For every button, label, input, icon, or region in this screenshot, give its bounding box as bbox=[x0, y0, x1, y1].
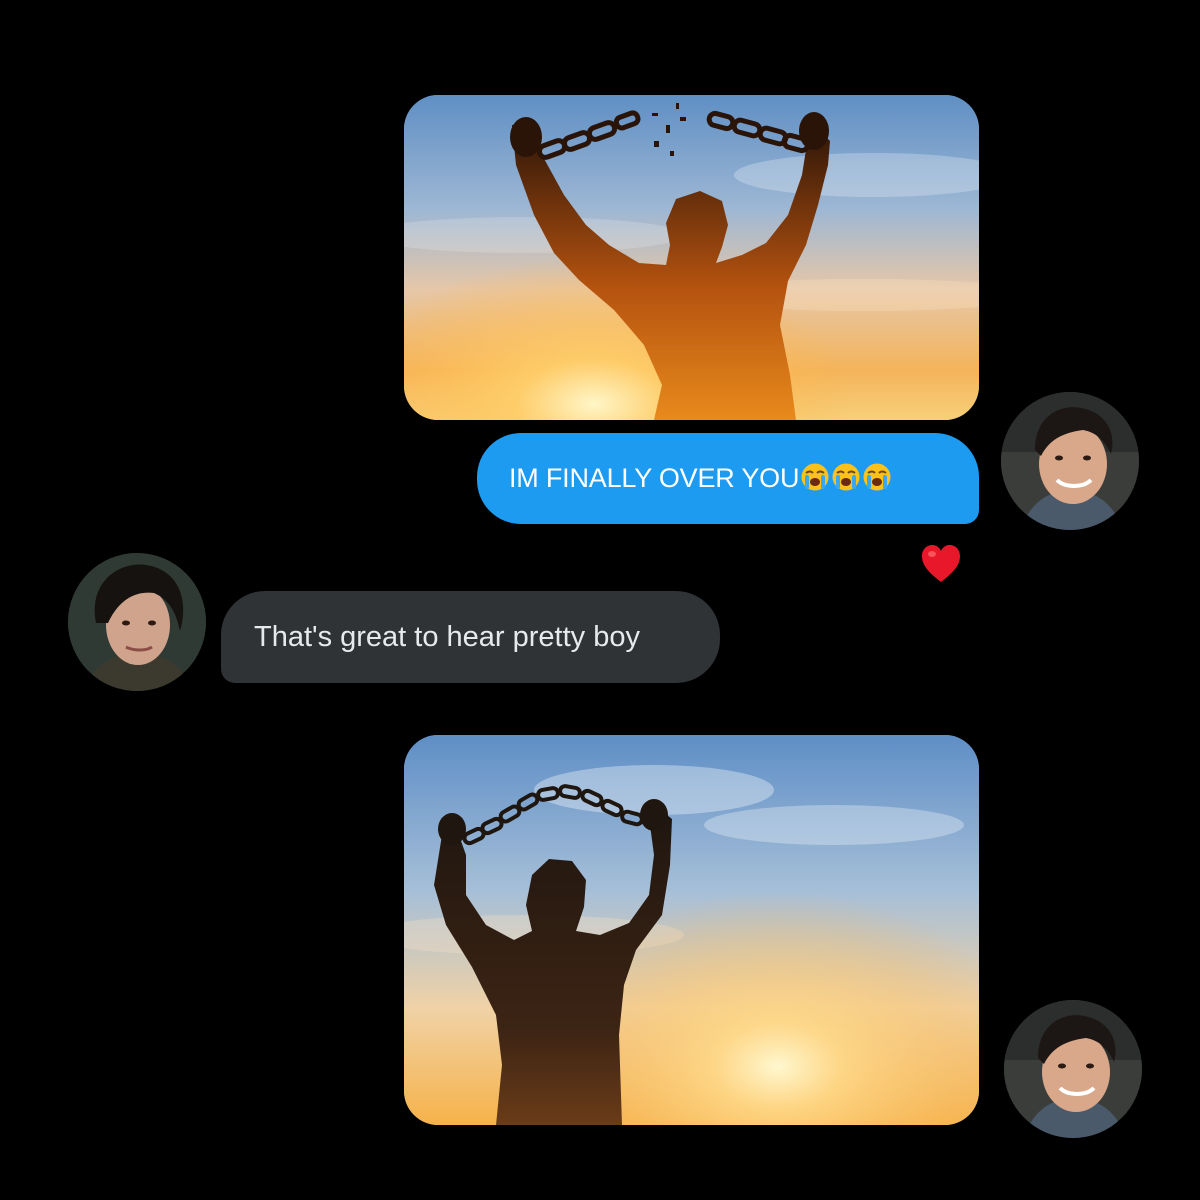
sender-avatar[interactable] bbox=[1004, 1000, 1142, 1138]
loudly-crying-face-icon bbox=[862, 462, 892, 492]
loudly-crying-face-icon bbox=[831, 462, 861, 492]
red-heart-reaction-icon[interactable] bbox=[920, 544, 962, 584]
sent-message-bubble[interactable]: IM FINALLY OVER YOU bbox=[477, 433, 979, 524]
sent-message-text: IM FINALLY OVER YOU bbox=[509, 463, 800, 493]
received-message-bubble[interactable]: That's great to hear pretty boy bbox=[221, 591, 720, 683]
recipient-avatar[interactable] bbox=[68, 553, 206, 691]
sent-image-broken-chains[interactable] bbox=[404, 735, 979, 1125]
loudly-crying-face-icon bbox=[800, 462, 830, 492]
sender-avatar[interactable] bbox=[1001, 392, 1139, 530]
received-message-text: That's great to hear pretty boy bbox=[254, 620, 640, 653]
sent-image-broken-chains[interactable] bbox=[404, 95, 979, 420]
